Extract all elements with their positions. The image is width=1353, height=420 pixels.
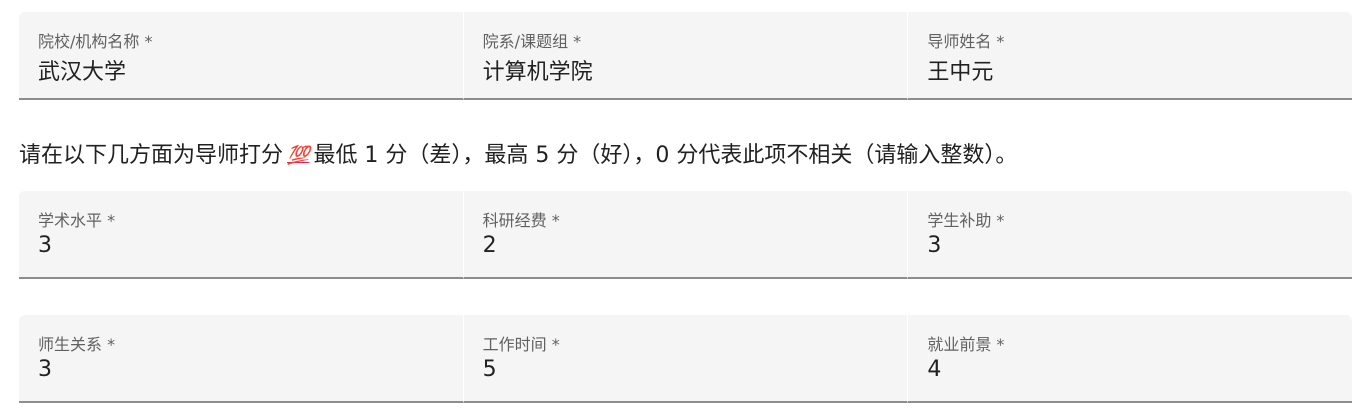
academic-level-label: 学术水平 * (38, 211, 116, 230)
career-prospects-field[interactable]: 就业前景 * 4 (907, 315, 1353, 403)
advisor-relationship-field[interactable]: 师生关系 * 3 (19, 315, 463, 403)
hundred-points-icon: 💯 (287, 145, 310, 166)
advisor-relationship-value[interactable]: 3 (38, 357, 52, 382)
career-prospects-label: 就业前景 * (927, 335, 1005, 354)
academic-level-field[interactable]: 学术水平 * 3 (19, 191, 463, 279)
research-funding-value[interactable]: 2 (483, 233, 497, 258)
rating-row-2: 师生关系 * 3 工作时间 * 5 就业前景 * 4 (19, 315, 1353, 403)
student-stipend-field[interactable]: 学生补助 * 3 (907, 191, 1353, 279)
advisor-name-value[interactable]: 王中元 (927, 54, 993, 86)
department-label: 院系/课题组 * (482, 32, 582, 51)
advisor-name-label: 导师姓名 * (927, 32, 1005, 51)
academic-level-value[interactable]: 3 (38, 233, 52, 258)
department-value[interactable]: 计算机学院 (483, 54, 593, 86)
department-field[interactable]: 院系/课题组 * 计算机学院 (462, 12, 908, 100)
student-stipend-label: 学生补助 * (927, 211, 1005, 230)
advisor-info-row: 院校/机构名称 * 武汉大学 院系/课题组 * 计算机学院 导师姓名 * 王中元 (19, 12, 1353, 100)
institution-field[interactable]: 院校/机构名称 * 武汉大学 (19, 12, 463, 100)
working-hours-value[interactable]: 5 (483, 357, 497, 382)
advisor-name-field[interactable]: 导师姓名 * 王中元 (907, 12, 1353, 100)
career-prospects-value[interactable]: 4 (927, 357, 941, 382)
research-funding-field[interactable]: 科研经费 * 2 (462, 191, 908, 279)
advisor-review-form: 院校/机构名称 * 武汉大学 院系/课题组 * 计算机学院 导师姓名 * 王中元… (0, 0, 1353, 420)
research-funding-label: 科研经费 * (482, 211, 560, 230)
rating-instructions: 请在以下几方面为导师打分 💯 最低 1 分（差），最高 5 分（好），0 分代表此项… (19, 136, 1353, 176)
advisor-relationship-label: 师生关系 * (38, 335, 116, 354)
institution-label: 院校/机构名称 * (38, 32, 153, 51)
working-hours-label: 工作时间 * (482, 335, 560, 354)
working-hours-field[interactable]: 工作时间 * 5 (462, 315, 908, 403)
institution-value[interactable]: 武汉大学 (38, 54, 126, 86)
student-stipend-value[interactable]: 3 (927, 233, 941, 258)
rating-instructions-start: 请在以下几方面为导师打分 (19, 143, 284, 168)
rating-instructions-end: 最低 1 分（差），最高 5 分（好），0 分代表此项不相关（请输入整数）。 (313, 143, 1018, 168)
rating-row-1: 学术水平 * 3 科研经费 * 2 学生补助 * 3 (19, 191, 1353, 279)
